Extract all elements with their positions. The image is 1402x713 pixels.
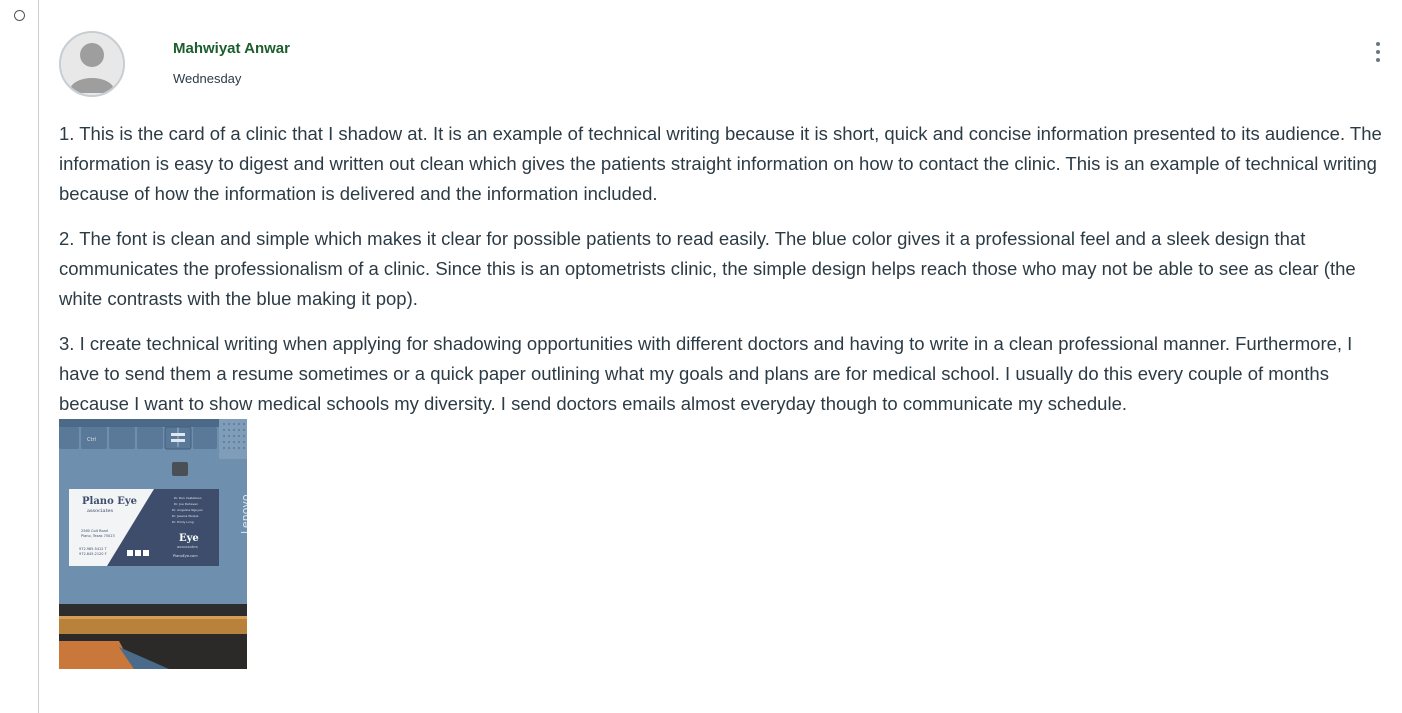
svg-text:associates: associates [87, 508, 113, 514]
unread-indicator-icon[interactable] [14, 10, 25, 21]
discussion-reply: Mahwiyat Anwar Wednesday 1. This is the … [0, 0, 1402, 713]
svg-text:Dr. Jessica Wulpia: Dr. Jessica Wulpia [172, 514, 199, 518]
svg-text:Ctrl: Ctrl [87, 437, 96, 443]
svg-text:Eye: Eye [179, 533, 199, 544]
svg-text:Dr. Emily Long: Dr. Emily Long [172, 520, 194, 524]
svg-text:Plano Eye: Plano Eye [82, 496, 137, 507]
svg-text:Dr. Joe Dehaven: Dr. Joe Dehaven [174, 502, 198, 506]
post-timestamp: Wednesday [173, 71, 242, 86]
paragraph-2: 2. The font is clean and simple which ma… [59, 228, 1356, 309]
svg-text:Plano, Texas 75023: Plano, Texas 75023 [81, 534, 115, 538]
author-name-link[interactable]: Mahwiyat Anwar [173, 40, 290, 57]
svg-text:Dr. Angelina Nguyen: Dr. Angelina Nguyen [172, 508, 203, 512]
post-body: 1. This is the card of a clinic that I s… [59, 119, 1395, 434]
paragraph-3: 3. I create technical writing when apply… [59, 333, 1353, 414]
svg-text:Dr. Ron Castellano: Dr. Ron Castellano [174, 496, 202, 500]
kebab-menu-icon[interactable] [1368, 40, 1388, 66]
default-user-avatar-icon [61, 33, 123, 95]
svg-text:2560 Coit Road: 2560 Coit Road [81, 529, 108, 533]
svg-text:972.985.5412 T: 972.985.5412 T [79, 547, 108, 551]
paragraph-1: 1. This is the card of a clinic that I s… [59, 123, 1382, 204]
thread-divider-line [38, 0, 39, 713]
svg-text:Lenovo: Lenovo [239, 494, 247, 534]
svg-text:PlanoEye.com: PlanoEye.com [173, 554, 198, 558]
attached-business-card-photo[interactable]: Ctrl Lenovo Plano Eye associates 2560 Co… [59, 419, 247, 669]
avatar[interactable] [59, 31, 125, 97]
svg-text:associates: associates [177, 544, 198, 549]
svg-text:972.845.2120 F: 972.845.2120 F [79, 552, 107, 556]
